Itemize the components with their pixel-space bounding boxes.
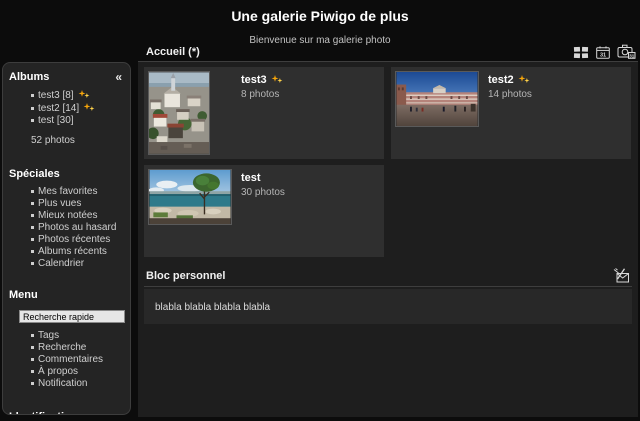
personal-block-title: Bloc personnel xyxy=(146,270,225,282)
sidebar-item-label: Calendrier xyxy=(38,259,84,268)
bullet-icon xyxy=(31,190,34,193)
svg-text:31: 31 xyxy=(629,53,635,58)
sidebar-item-label: Photos récentes xyxy=(38,235,110,244)
identification-section-title: Identification xyxy=(9,411,77,415)
calendar-view-icon[interactable]: 31 xyxy=(596,46,610,59)
sidebar-item-label: Mes favorites xyxy=(38,187,97,196)
content-panel: test3 8 photos xyxy=(138,62,638,417)
menu-section-title: Menu xyxy=(9,289,38,301)
sidebar-item-test[interactable]: test [30] xyxy=(31,116,126,125)
album-photo-count: 14 photos xyxy=(488,89,532,100)
new-flag-icon xyxy=(78,90,90,100)
sidebar-item-photos-au-hasard[interactable]: Photos au hasard xyxy=(31,223,126,232)
sidebar-section-albums: Albums « test3 [8] test2 [14] test [30] … xyxy=(3,63,130,146)
bullet-icon xyxy=(31,202,34,205)
sidebar-item-label: test [30] xyxy=(38,116,74,125)
album-title[interactable]: test3 xyxy=(241,74,267,86)
album-thumbnail-test2 xyxy=(395,71,479,127)
album-card-test[interactable]: test 30 photos xyxy=(144,165,384,257)
album-photo-count: 30 photos xyxy=(241,187,285,198)
album-photo-count: 8 photos xyxy=(241,89,283,100)
sidebar-item-label: Albums récents xyxy=(38,247,107,256)
new-flag-icon xyxy=(518,75,530,85)
bullet-icon xyxy=(31,358,34,361)
bullet-icon xyxy=(31,382,34,385)
sidebar-item-commentaires[interactable]: Commentaires xyxy=(31,355,126,364)
album-grid: test3 8 photos xyxy=(144,67,632,257)
sidebar-item-label: Notification xyxy=(38,379,87,388)
sidebar-item-test2[interactable]: test2 [14] xyxy=(31,103,126,113)
sidebar-item-mieux-notees[interactable]: Mieux notées xyxy=(31,211,126,220)
edit-block-icon[interactable] xyxy=(613,268,630,283)
breadcrumb[interactable]: Accueil (*) xyxy=(146,46,200,58)
sidebar-item-notification[interactable]: Notification xyxy=(31,379,126,388)
album-thumbnail-test3 xyxy=(148,71,210,155)
sidebar-item-label: À propos xyxy=(38,367,78,376)
sidebar-section-identification: Identification Bonjour julien ! Déconnex… xyxy=(3,403,130,415)
sidebar-item-tags[interactable]: Tags xyxy=(31,331,126,340)
sidebar-item-label: Recherche xyxy=(38,343,86,352)
total-photos-count: 52 photos xyxy=(3,135,130,146)
sidebar-item-label: test2 [14] xyxy=(38,104,79,113)
personal-block-content: blabla blabla blabla blabla xyxy=(144,289,632,324)
bullet-icon xyxy=(31,334,34,337)
sidebar-item-label: Tags xyxy=(38,331,59,340)
album-title[interactable]: test2 xyxy=(488,74,514,86)
page-title: Une galerie Piwigo de plus xyxy=(0,8,640,24)
new-flag-icon xyxy=(271,75,283,85)
bullet-icon xyxy=(31,238,34,241)
new-flag-icon xyxy=(83,103,95,113)
bullet-icon xyxy=(31,226,34,229)
bullet-icon xyxy=(31,346,34,349)
sidebar-item-plus-vues[interactable]: Plus vues xyxy=(31,199,126,208)
sidebar-item-label: Mieux notées xyxy=(38,211,97,220)
bullet-icon xyxy=(31,370,34,373)
sidebar-item-label: Photos au hasard xyxy=(38,223,116,232)
sidebar-item-calendrier[interactable]: Calendrier xyxy=(31,259,126,268)
sidebar-item-label: test3 [8] xyxy=(38,91,74,100)
quick-search-input[interactable] xyxy=(19,310,125,323)
albums-section-title: Albums xyxy=(9,71,49,83)
bullet-icon xyxy=(31,107,34,110)
sidebar-item-test3[interactable]: test3 [8] xyxy=(31,90,126,100)
bullet-icon xyxy=(31,250,34,253)
svg-text:31: 31 xyxy=(600,53,606,59)
album-card-test3[interactable]: test3 8 photos xyxy=(144,67,384,159)
sidebar-item-albums-recents[interactable]: Albums récents xyxy=(31,247,126,256)
bullet-icon xyxy=(31,94,34,97)
sidebar-item-label: Commentaires xyxy=(38,355,103,364)
album-card-test2[interactable]: test2 14 photos xyxy=(391,67,631,159)
sidebar-item-mes-favorites[interactable]: Mes favorites xyxy=(31,187,126,196)
collapse-sidebar-icon[interactable]: « xyxy=(115,72,122,82)
gallery-header: Une galerie Piwigo de plus Bienvenue sur… xyxy=(0,0,640,46)
bullet-icon xyxy=(31,119,34,122)
specials-section-title: Spéciales xyxy=(9,168,60,180)
main-content: Accueil (*) 31 31 xyxy=(138,42,638,417)
sidebar-section-specials: Spéciales Mes favorites Plus vues Mieux … xyxy=(3,160,130,268)
sidebar-section-menu: Menu Tags Recherche Commentaires À propo… xyxy=(3,281,130,388)
sidebar-item-a-propos[interactable]: À propos xyxy=(31,367,126,376)
photo-dates-icon[interactable]: 31 xyxy=(617,44,636,59)
album-title[interactable]: test xyxy=(241,172,261,184)
sidebar-item-label: Plus vues xyxy=(38,199,81,208)
sidebar-item-recherche[interactable]: Recherche xyxy=(31,343,126,352)
bullet-icon xyxy=(31,262,34,265)
album-thumbnail-test xyxy=(148,169,232,225)
sidebar-item-photos-recentes[interactable]: Photos récentes xyxy=(31,235,126,244)
sidebar: Albums « test3 [8] test2 [14] test [30] … xyxy=(2,62,131,415)
bullet-icon xyxy=(31,214,34,217)
flat-view-icon[interactable] xyxy=(573,46,589,59)
